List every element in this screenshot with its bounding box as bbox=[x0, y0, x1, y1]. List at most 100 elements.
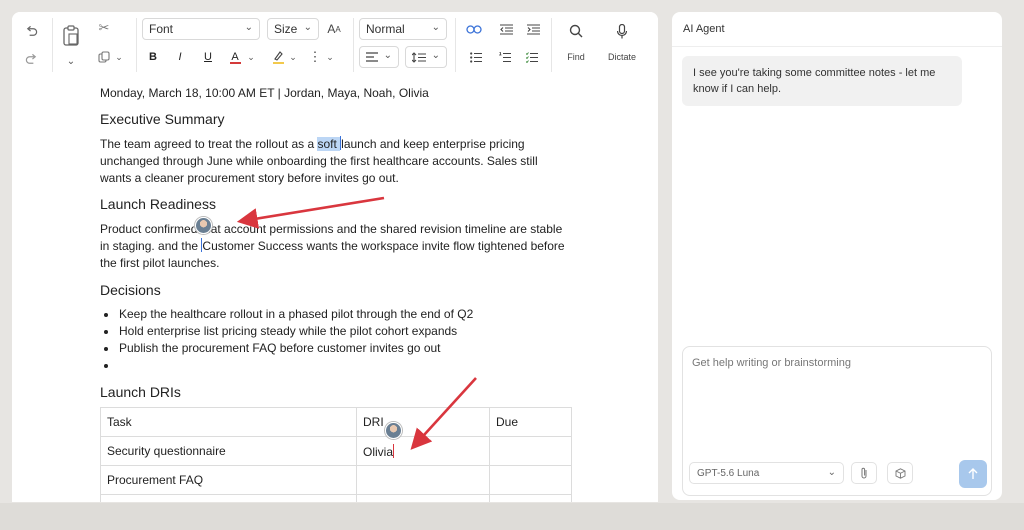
send-button[interactable] bbox=[959, 460, 987, 488]
heading-executive-summary: Executive Summary bbox=[100, 111, 225, 127]
table-cell[interactable] bbox=[100, 494, 357, 502]
list-item: Publish the procurement FAQ before custo… bbox=[118, 340, 473, 357]
executive-summary-paragraph: The team agreed to treat the rollout as … bbox=[100, 136, 580, 187]
ai-agent-panel: AI Agent I see you're taking some commit… bbox=[672, 12, 1002, 500]
align-icon bbox=[366, 52, 378, 62]
text-run: launch and keep enterprise pricing bbox=[341, 137, 525, 151]
text-run: Customer Success wants the workspace inv… bbox=[202, 239, 565, 253]
link-icon[interactable] bbox=[465, 21, 483, 37]
model-selector[interactable]: GPT-5.6 Luna ⌄ bbox=[689, 462, 844, 484]
indent-increase-icon[interactable] bbox=[524, 21, 542, 37]
chevron-down-icon: ⌄ bbox=[431, 22, 440, 33]
decisions-list: Keep the healthcare rollout in a phased … bbox=[118, 306, 473, 374]
collaborator-avatar[interactable] bbox=[195, 217, 212, 234]
table-cell[interactable] bbox=[356, 465, 490, 495]
paste-options-chevron-icon[interactable]: ⌄ bbox=[62, 54, 80, 68]
indent-decrease-icon[interactable] bbox=[497, 21, 515, 37]
find-icon[interactable] bbox=[567, 22, 585, 40]
underline-icon[interactable]: U bbox=[201, 49, 215, 65]
table-cell[interactable] bbox=[356, 494, 490, 502]
microphone-icon[interactable] bbox=[613, 22, 631, 40]
document-editor: ⌄ ✂ ⌄ Font ⌄ Size ⌄ AA B I U A ⌄ ⌄ ⋮ ⌄ N… bbox=[12, 12, 658, 502]
divider bbox=[672, 46, 1002, 47]
italic-icon[interactable]: I bbox=[173, 49, 187, 65]
model-name: GPT-5.6 Luna bbox=[697, 467, 760, 479]
text-line: in staging. and the Customer Success wan… bbox=[100, 238, 580, 255]
table-header-row: Task DRI Due bbox=[100, 407, 572, 437]
highlight-chevron-icon[interactable]: ⌄ bbox=[288, 50, 298, 64]
numbered-list-icon[interactable] bbox=[497, 49, 513, 65]
chevron-down-icon: ⌄ bbox=[303, 22, 312, 33]
text-effects-icon[interactable]: AA bbox=[324, 20, 344, 38]
align-dropdown[interactable]: ⌄ bbox=[359, 46, 399, 68]
font-color-chevron-icon[interactable]: ⌄ bbox=[246, 50, 256, 64]
table-cell[interactable] bbox=[489, 494, 572, 502]
text-line: The team agreed to treat the rollout as … bbox=[100, 136, 580, 153]
ribbon-toolbar: ⌄ ✂ ⌄ Font ⌄ Size ⌄ AA B I U A ⌄ ⌄ ⋮ ⌄ N… bbox=[12, 12, 658, 76]
toolbar-separator bbox=[136, 18, 137, 72]
heading-launch-readiness: Launch Readiness bbox=[100, 196, 216, 212]
launch-readiness-paragraph: Product confirmed that account permissio… bbox=[100, 221, 580, 272]
size-dropdown-value: Size bbox=[274, 22, 298, 36]
meeting-meta-line: Monday, March 18, 10:00 AM ET | Jordan, … bbox=[100, 86, 429, 100]
arrow-up-icon bbox=[968, 468, 978, 479]
panel-title: AI Agent bbox=[683, 23, 725, 35]
cell-text: Olivia bbox=[363, 444, 394, 459]
attach-button[interactable] bbox=[851, 462, 877, 484]
chat-composer: GPT-5.6 Luna ⌄ bbox=[682, 346, 992, 496]
font-dropdown[interactable]: Font ⌄ bbox=[142, 18, 260, 40]
table-header-cell[interactable]: Task bbox=[100, 407, 357, 437]
font-dropdown-value: Font bbox=[149, 22, 174, 36]
paste-icon[interactable] bbox=[60, 24, 82, 48]
chevron-down-icon: ⌄ bbox=[244, 22, 253, 33]
table-row: Procurement FAQ bbox=[100, 465, 572, 495]
table-header-cell[interactable]: Due bbox=[489, 407, 572, 437]
chevron-down-icon: ⌄ bbox=[827, 467, 836, 478]
paperclip-icon bbox=[861, 467, 867, 479]
table-cell[interactable]: Procurement FAQ bbox=[100, 465, 357, 495]
copy-icon[interactable] bbox=[96, 49, 112, 65]
heading-launch-dris: Launch DRIs bbox=[100, 384, 181, 400]
dictate-label[interactable]: Dictate bbox=[600, 52, 644, 62]
cut-icon[interactable]: ✂ bbox=[96, 20, 112, 36]
table-cell[interactable]: Olivia bbox=[356, 436, 490, 466]
toolbar-separator bbox=[455, 18, 456, 72]
table-cell[interactable]: Security questionnaire bbox=[100, 436, 357, 466]
line-spacing-dropdown[interactable]: ⌄ bbox=[405, 46, 447, 68]
style-dropdown-value: Normal bbox=[366, 22, 405, 36]
undo-icon[interactable] bbox=[22, 22, 40, 40]
style-dropdown[interactable]: Normal ⌄ bbox=[359, 18, 447, 40]
table-header-cell[interactable]: DRI bbox=[356, 407, 490, 437]
checklist-icon[interactable] bbox=[524, 49, 540, 65]
redo-icon[interactable] bbox=[22, 50, 40, 68]
tools-button[interactable] bbox=[887, 462, 913, 484]
table-cell[interactable] bbox=[489, 436, 572, 466]
window-bottom-edge bbox=[0, 503, 1024, 530]
find-label[interactable]: Find bbox=[554, 52, 598, 62]
bold-icon[interactable]: B bbox=[146, 49, 160, 65]
list-item: Keep the healthcare rollout in a phased … bbox=[118, 306, 473, 323]
more-chevron-icon[interactable]: ⌄ bbox=[325, 50, 335, 64]
line-spacing-icon bbox=[412, 51, 426, 63]
highlight-icon[interactable] bbox=[271, 48, 285, 66]
agent-message: I see you're taking some committee notes… bbox=[682, 56, 962, 106]
bulleted-list-icon[interactable] bbox=[468, 49, 484, 65]
text-line: Product confirmed that account permissio… bbox=[100, 222, 563, 236]
more-icon[interactable]: ⋮ bbox=[309, 49, 322, 65]
collaborator-avatar[interactable] bbox=[385, 422, 402, 439]
text-line: wants a cleaner procurement story before… bbox=[100, 171, 399, 185]
text-cursor bbox=[393, 443, 395, 458]
launch-dri-table: Task DRI Due Security questionnaire Oliv… bbox=[100, 407, 572, 502]
toolbar-separator bbox=[353, 18, 354, 72]
size-dropdown[interactable]: Size ⌄ bbox=[267, 18, 319, 40]
table-row: Security questionnaire Olivia bbox=[100, 436, 572, 466]
table-row bbox=[100, 494, 572, 502]
font-color-icon[interactable]: A bbox=[228, 48, 242, 66]
toolbar-separator bbox=[551, 18, 552, 72]
chevron-down-icon: ⌄ bbox=[431, 50, 440, 61]
copy-options-chevron-icon[interactable]: ⌄ bbox=[113, 50, 125, 64]
table-cell[interactable] bbox=[489, 465, 572, 495]
chat-input[interactable] bbox=[692, 357, 972, 369]
text-run: The team agreed to treat the rollout as … bbox=[100, 137, 318, 151]
heading-decisions: Decisions bbox=[100, 282, 161, 298]
